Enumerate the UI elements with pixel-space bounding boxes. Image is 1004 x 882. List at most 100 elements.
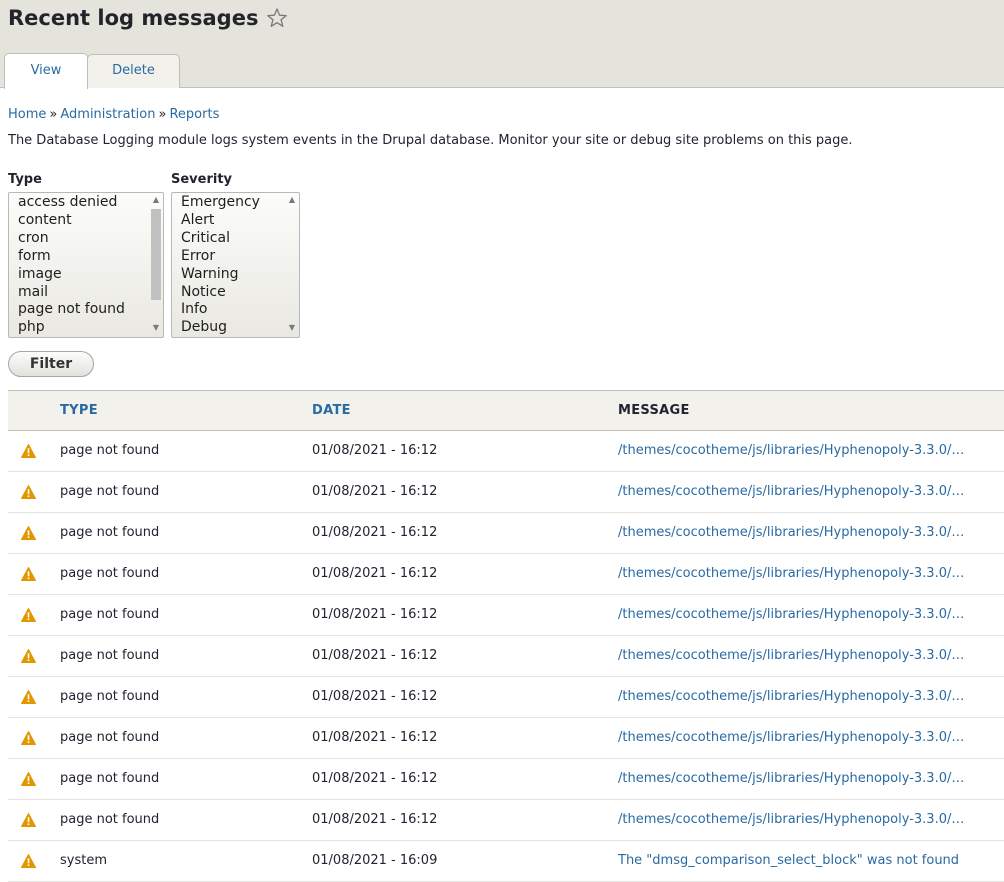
column-header-message: MESSAGE	[618, 403, 690, 418]
log-date: 01/08/2021 - 16:09	[312, 853, 438, 868]
severity-option[interactable]: Error	[181, 248, 299, 266]
log-type: page not found	[60, 607, 160, 622]
table-row: page not found 01/08/2021 - 16:12/themes/…	[8, 513, 1004, 554]
warning-icon	[21, 608, 36, 622]
warning-icon	[21, 690, 36, 704]
log-date: 01/08/2021 - 16:12	[312, 812, 438, 827]
log-messages-table: TYPE DATE MESSAGE page not found 01/08/20…	[8, 390, 1004, 882]
warning-icon	[21, 485, 36, 499]
severity-option[interactable]: Debug	[181, 319, 299, 337]
log-date: 01/08/2021 - 16:12	[312, 566, 438, 581]
breadcrumb-separator: »	[49, 107, 58, 122]
log-date: 01/08/2021 - 16:12	[312, 689, 438, 704]
log-message-link[interactable]: /themes/cocotheme/js/libraries/Hyphenopo…	[618, 484, 964, 499]
log-message-link[interactable]: /themes/cocotheme/js/libraries/Hyphenopo…	[618, 525, 964, 540]
filter-button[interactable]: Filter	[8, 351, 94, 377]
log-message-link[interactable]: /themes/cocotheme/js/libraries/Hyphenopo…	[618, 689, 964, 704]
page-header: Recent log messages View Delete	[0, 0, 1004, 89]
breadcrumb: Home» Administration» Reports	[8, 106, 219, 124]
log-type: page not found	[60, 484, 160, 499]
type-option[interactable]: cron	[18, 230, 163, 248]
log-message-link[interactable]: /themes/cocotheme/js/libraries/Hyphenopo…	[618, 812, 964, 827]
warning-icon	[21, 649, 36, 663]
log-date: 01/08/2021 - 16:12	[312, 607, 438, 622]
log-message-link[interactable]: /themes/cocotheme/js/libraries/Hyphenopo…	[618, 607, 964, 622]
type-option[interactable]: form	[18, 248, 163, 266]
severity-option[interactable]: Warning	[181, 266, 299, 284]
table-row: page not found 01/08/2021 - 16:12/themes/…	[8, 677, 1004, 718]
type-filter-scrollbar[interactable]: ▲ ▼	[149, 193, 163, 337]
table-body: page not found 01/08/2021 - 16:12/themes/…	[8, 431, 1004, 882]
warning-icon	[21, 854, 36, 868]
type-option[interactable]: access denied	[18, 194, 163, 212]
log-type: page not found	[60, 812, 160, 827]
table-row: page not found 01/08/2021 - 16:12/themes/…	[8, 472, 1004, 513]
log-type: system	[60, 853, 107, 868]
severity-option[interactable]: Critical	[181, 230, 299, 248]
warning-icon	[21, 526, 36, 540]
page-title: Recent log messages	[8, 6, 259, 30]
log-date: 01/08/2021 - 16:12	[312, 730, 438, 745]
severity-option[interactable]: Notice	[181, 284, 299, 302]
warning-icon	[21, 444, 36, 458]
tab-delete[interactable]: Delete	[87, 54, 180, 88]
star-icon[interactable]	[266, 7, 288, 29]
severity-option[interactable]: Emergency	[181, 194, 299, 212]
log-type: page not found	[60, 525, 160, 540]
log-type: page not found	[60, 566, 160, 581]
table-row: page not found 01/08/2021 - 16:12/themes/…	[8, 595, 1004, 636]
breadcrumb-home[interactable]: Home	[8, 107, 46, 122]
log-message-link[interactable]: /themes/cocotheme/js/libraries/Hyphenopo…	[618, 771, 964, 786]
scroll-down-icon[interactable]: ▼	[288, 324, 296, 332]
log-date: 01/08/2021 - 16:12	[312, 443, 438, 458]
column-header-type[interactable]: TYPE	[60, 403, 98, 418]
log-date: 01/08/2021 - 16:12	[312, 648, 438, 663]
warning-icon	[21, 731, 36, 745]
log-date: 01/08/2021 - 16:12	[312, 771, 438, 786]
log-message-link[interactable]: /themes/cocotheme/js/libraries/Hyphenopo…	[618, 648, 964, 663]
tab-view[interactable]: View	[4, 53, 88, 89]
type-option[interactable]: image	[18, 266, 163, 284]
column-header-date[interactable]: DATE	[312, 403, 351, 418]
table-header: TYPE DATE MESSAGE	[8, 390, 1004, 431]
log-type: page not found	[60, 443, 160, 458]
log-message-link[interactable]: /themes/cocotheme/js/libraries/Hyphenopo…	[618, 730, 964, 745]
scroll-up-icon[interactable]: ▲	[152, 196, 160, 204]
type-option[interactable]: php	[18, 319, 163, 337]
breadcrumb-administration[interactable]: Administration	[60, 107, 155, 122]
warning-icon	[21, 813, 36, 827]
log-type: page not found	[60, 771, 160, 786]
severity-filter-scrollbar[interactable]: ▲ ▼	[285, 193, 299, 337]
table-row: page not found 01/08/2021 - 16:12/themes/…	[8, 636, 1004, 677]
table-row: system 01/08/2021 - 16:09 The "dmsg_compar…	[8, 841, 1004, 882]
page-description: The Database Logging module logs system …	[8, 133, 853, 148]
log-message-link[interactable]: /themes/cocotheme/js/libraries/Hyphenopo…	[618, 566, 964, 581]
scroll-up-icon[interactable]: ▲	[288, 196, 296, 204]
warning-icon	[21, 567, 36, 581]
type-option[interactable]: content	[18, 212, 163, 230]
log-type: page not found	[60, 648, 160, 663]
table-row: page not found 01/08/2021 - 16:12/themes/…	[8, 759, 1004, 800]
log-type: page not found	[60, 730, 160, 745]
table-row: page not found 01/08/2021 - 16:12/themes/…	[8, 718, 1004, 759]
log-type: page not found	[60, 689, 160, 704]
table-row: page not found 01/08/2021 - 16:12/themes/…	[8, 554, 1004, 595]
scroll-down-icon[interactable]: ▼	[152, 324, 160, 332]
severity-filter-label: Severity	[171, 172, 233, 187]
type-option[interactable]: mail	[18, 284, 163, 302]
warning-icon	[21, 772, 36, 786]
log-date: 01/08/2021 - 16:12	[312, 484, 438, 499]
severity-filter-select[interactable]: Emergency Alert Critical Error Warning Notice…	[171, 192, 300, 338]
breadcrumb-separator: »	[158, 107, 167, 122]
log-message-link[interactable]: The "dmsg_comparison_select_block" was n…	[618, 853, 959, 868]
type-filter-select[interactable]: access denied content cron form image mail pag…	[8, 192, 164, 338]
log-message-link[interactable]: /themes/cocotheme/js/libraries/Hyphenopo…	[618, 443, 964, 458]
breadcrumb-reports[interactable]: Reports	[169, 107, 219, 122]
table-row: page not found 01/08/2021 - 16:12/themes/…	[8, 431, 1004, 472]
severity-option[interactable]: Info	[181, 301, 299, 319]
log-date: 01/08/2021 - 16:12	[312, 525, 438, 540]
scrollbar-thumb[interactable]	[151, 209, 161, 300]
type-filter-label: Type	[8, 172, 42, 187]
severity-option[interactable]: Alert	[181, 212, 299, 230]
type-option[interactable]: page not found	[18, 301, 163, 319]
